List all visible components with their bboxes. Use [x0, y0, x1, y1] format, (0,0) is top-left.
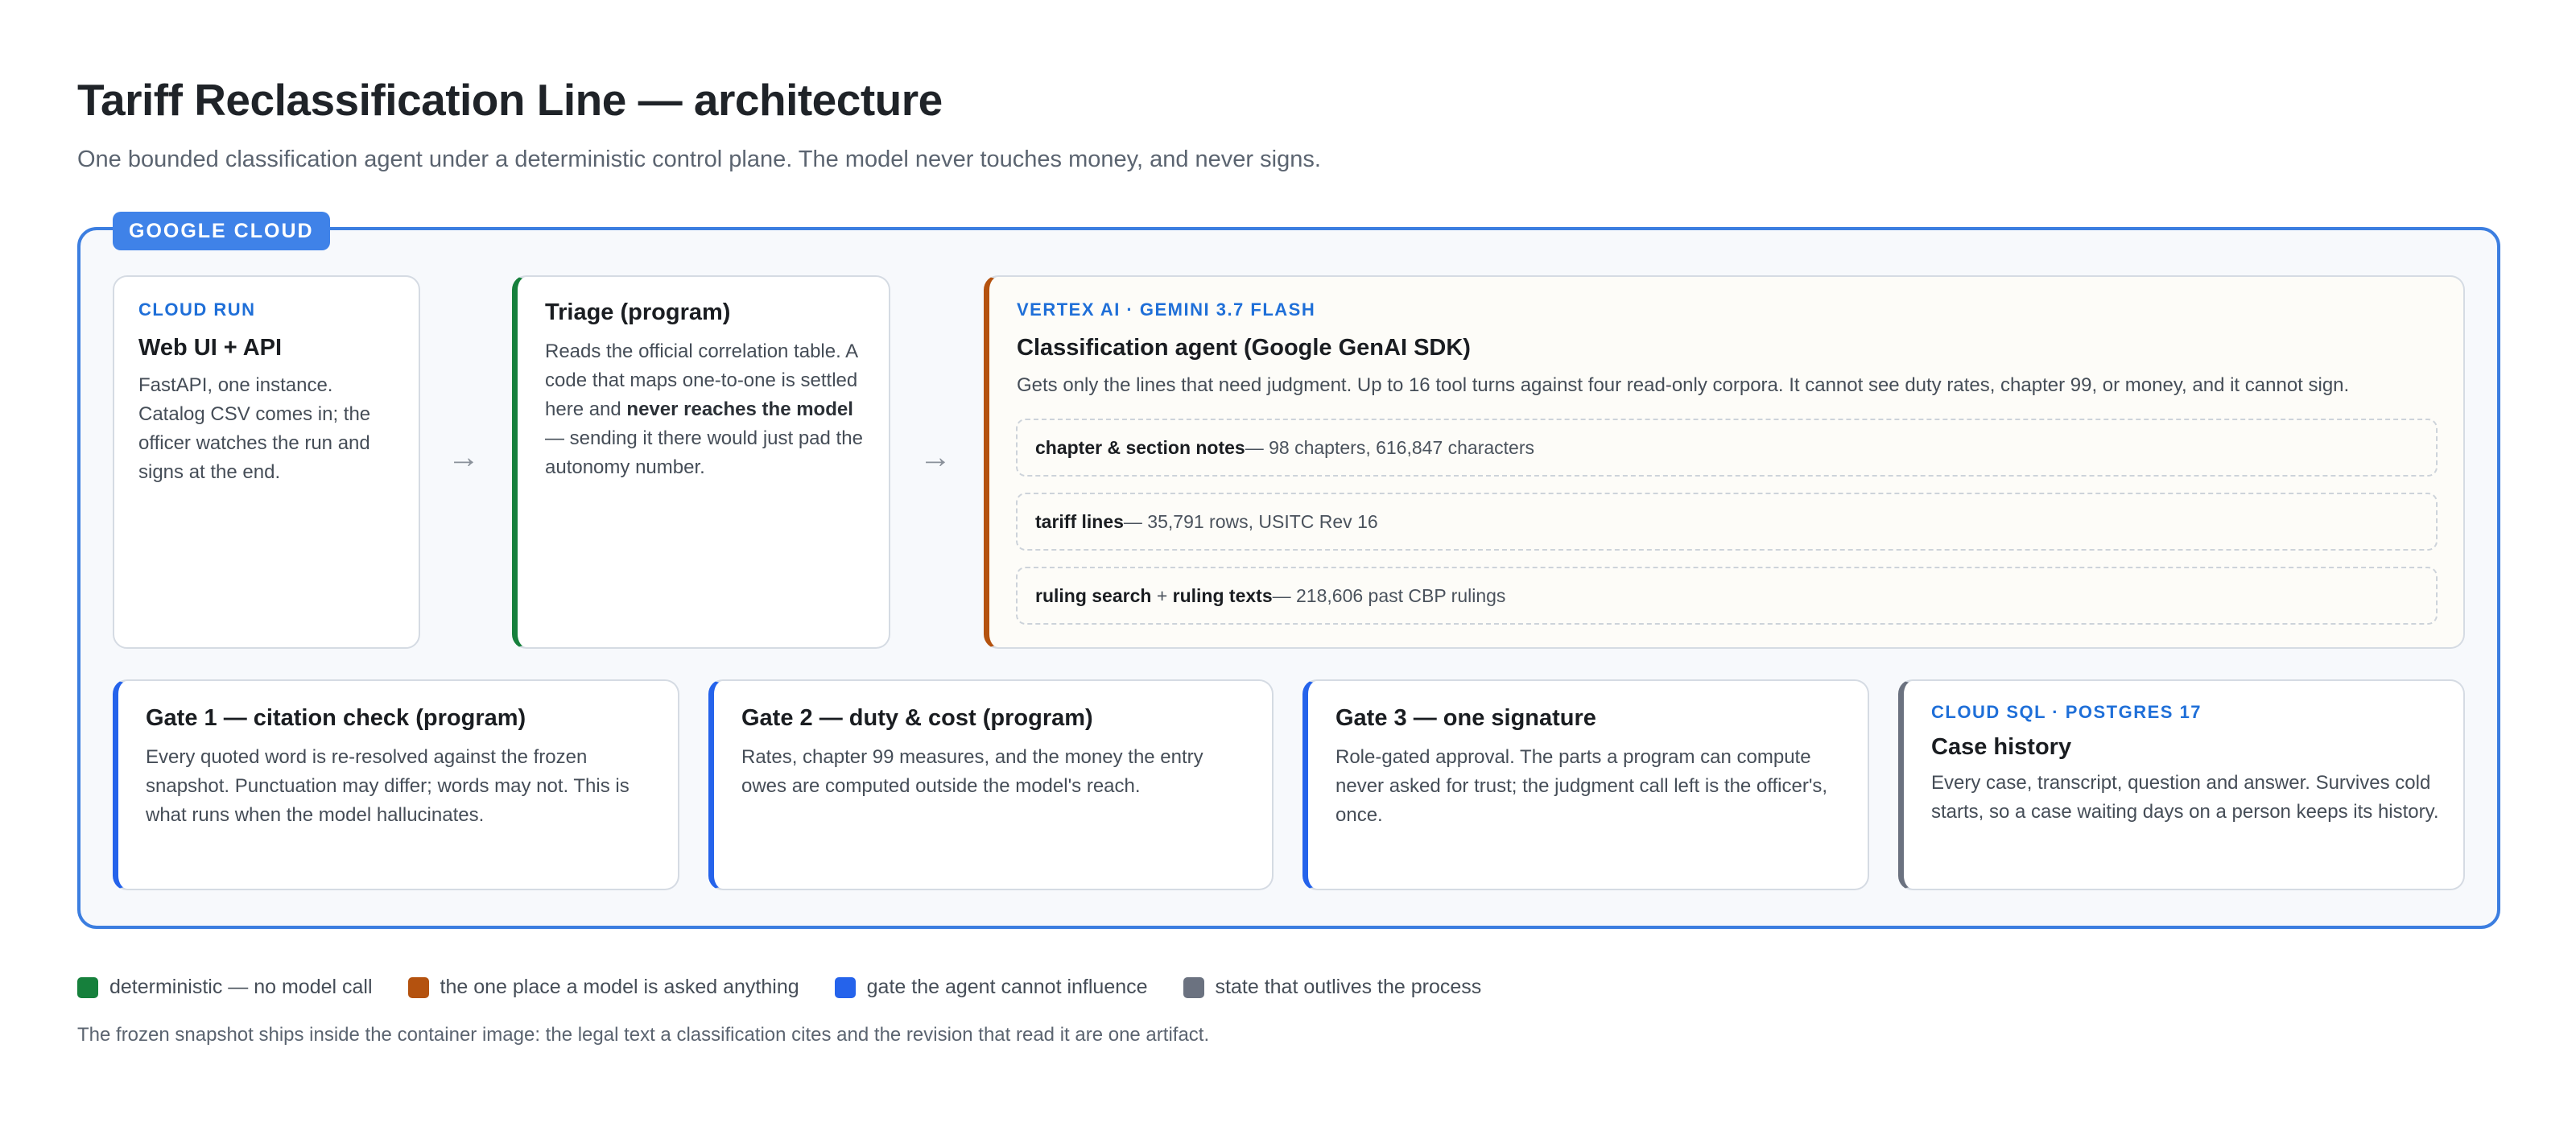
gate-3-title: Gate 3 — one signature: [1335, 705, 1596, 731]
legend: deterministic — no model call the one pl…: [77, 976, 1517, 999]
corpus-detail: — 35,791 rows, USITC Rev 16: [1123, 510, 1378, 532]
web-ui-card: CLOUD RUN Web UI + API FastAPI, one inst…: [113, 275, 420, 649]
corpus-name: tariff lines: [1035, 510, 1124, 532]
legend-label: gate the agent cannot influence: [866, 976, 1148, 998]
triage-body: Reads the official correlation table. A …: [545, 337, 865, 482]
agent-kicker: VERTEX AI · GEMINI 3.7 FLASH: [1017, 299, 1316, 320]
gate-1-card: Gate 1 — citation check (program) Every …: [113, 679, 679, 890]
agent-title: Classification agent (Google GenAI SDK): [1017, 335, 1471, 361]
corpus-rulings: ruling search + ruling texts — 218,606 p…: [1016, 567, 2438, 625]
legend-item-model: the one place a model is asked anything: [407, 976, 799, 999]
corpus-plus: +: [1151, 584, 1173, 606]
gate-2-body: Rates, chapter 99 measures, and the mone…: [741, 746, 1203, 797]
case-history-kicker: CLOUD SQL · POSTGRES 17: [1931, 702, 2202, 722]
legend-label: deterministic — no model call: [109, 976, 373, 998]
triage-body-emphasis: never reaches the model: [626, 398, 853, 420]
case-history-card: CLOUD SQL · POSTGRES 17 Case history Eve…: [1898, 679, 2465, 890]
legend-swatch-blue: [834, 976, 856, 998]
arrow-triage-to-agent: →: [919, 440, 952, 475]
gate-1-title: Gate 1 — citation check (program): [146, 705, 526, 731]
page-subtitle: One bounded classification agent under a…: [77, 147, 1321, 172]
gate-2-title: Gate 2 — duty & cost (program): [741, 705, 1093, 731]
corpus-chapter-notes: chapter & section notes — 98 chapters, 6…: [1016, 419, 2438, 477]
corpus-tariff-lines: tariff lines — 35,791 rows, USITC Rev 16: [1016, 493, 2438, 551]
case-history-body: Every case, transcript, question and ans…: [1931, 772, 2439, 823]
arrow-web-to-triage: →: [448, 440, 480, 475]
triage-title: Triage (program): [545, 299, 731, 325]
triage-body-text-end: — sending it there would just pad the au…: [545, 427, 863, 478]
agent-body: Gets only the lines that need judgment. …: [1017, 374, 2350, 396]
corpus-name: ruling texts: [1172, 584, 1273, 606]
gate-3-card: Gate 3 — one signature Role-gated approv…: [1302, 679, 1869, 890]
web-ui-title: Web UI + API: [138, 335, 283, 361]
legend-item-state: state that outlives the process: [1183, 976, 1482, 999]
legend-swatch-orange: [407, 976, 429, 998]
web-ui-body: FastAPI, one instance. Catalog CSV comes…: [138, 374, 371, 483]
legend-label: the one place a model is asked anything: [440, 976, 799, 998]
gate-1-body: Every quoted word is re-resolved against…: [146, 746, 630, 826]
legend-swatch-gray: [1183, 976, 1204, 998]
legend-swatch-green: [77, 976, 98, 998]
web-ui-kicker: CLOUD RUN: [138, 299, 256, 320]
corpus-name: chapter & section notes: [1035, 436, 1245, 458]
corpus-detail: — 98 chapters, 616,847 characters: [1245, 436, 1534, 458]
gate-3-body: Role-gated approval. The parts a program…: [1335, 746, 1828, 826]
legend-item-gate: gate the agent cannot influence: [834, 976, 1148, 999]
legend-item-deterministic: deterministic — no model call: [77, 976, 373, 999]
legend-label: state that outlives the process: [1215, 976, 1482, 998]
gate-2-card: Gate 2 — duty & cost (program) Rates, ch…: [708, 679, 1274, 890]
page-title: Tariff Reclassification Line — architect…: [77, 75, 943, 125]
google-cloud-badge: GOOGLE CLOUD: [113, 212, 330, 250]
triage-card: Triage (program) Reads the official corr…: [512, 275, 890, 649]
corpus-name: ruling search: [1035, 584, 1152, 606]
corpus-detail: — 218,606 past CBP rulings: [1272, 584, 1506, 606]
footnote: The frozen snapshot ships inside the con…: [77, 1024, 1210, 1046]
case-history-title: Case history: [1931, 734, 2072, 760]
